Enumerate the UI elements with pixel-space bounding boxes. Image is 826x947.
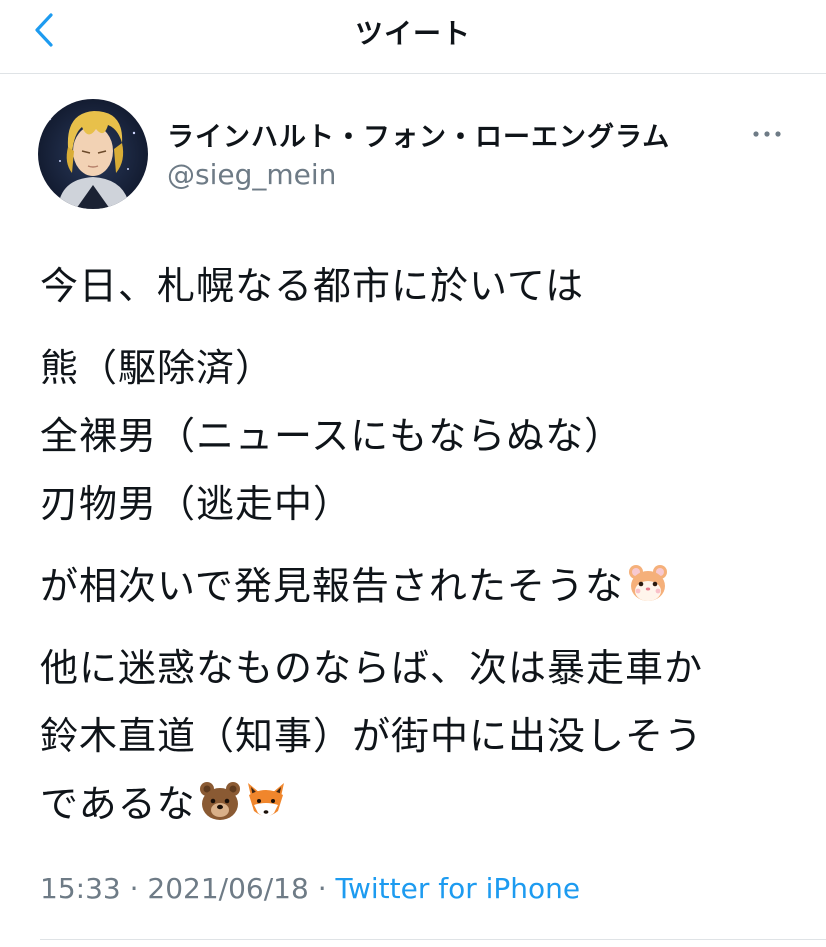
tweet-meta: 15:33 · 2021/06/18 · Twitter for iPhone (40, 872, 580, 905)
tweet-paragraph: 今日、札幌なる都市に於いては (40, 252, 800, 320)
avatar-portrait-image (38, 99, 148, 209)
user-handle[interactable]: @sieg_mein (167, 158, 336, 191)
divider (40, 939, 826, 940)
tweet-line: 全裸男（ニュースにもならぬな） (40, 414, 624, 458)
tweet-paragraph: 他に迷惑なものならば、次は暴走車か 鈴木直道（知事）が街中に出没しそう であるな (40, 634, 800, 838)
tweet-paragraph: が相次いで発見報告されたそうな (40, 552, 800, 620)
more-horizontal-icon (753, 131, 781, 137)
avatar[interactable] (38, 99, 148, 209)
tweet-line: 熊（駆除済） (40, 346, 275, 390)
display-name[interactable]: ラインハルト・フォン・ローエングラム (167, 115, 670, 154)
tweet-line-text: であるな (40, 782, 196, 826)
more-options-button[interactable] (748, 124, 788, 144)
tweet-line: 他に迷惑なものならば、次は暴走車か (40, 646, 704, 690)
hamster-face-emoji (628, 565, 667, 601)
tweet-line: であるな (40, 770, 800, 838)
tweet-text: 今日、札幌なる都市に於いては 熊（駆除済） 全裸男（ニュースにもならぬな） 刃物… (40, 252, 800, 852)
fox-face-emoji (247, 783, 284, 817)
tweet-line: 鈴木直道（知事）が街中に出没しそう (40, 714, 704, 758)
navigation-header: ツイート (0, 0, 826, 74)
meta-separator: · (120, 872, 148, 905)
tweet-line-text: が相次いで発見報告されたそうな (40, 564, 624, 608)
tweet-time: 15:33 (40, 872, 121, 905)
tweet-line: が相次いで発見報告されたそうな (40, 552, 800, 620)
tweet-paragraph: 熊（駆除済） 全裸男（ニュースにもならぬな） 刃物男（逃走中） (40, 334, 800, 538)
bear-face-emoji (199, 782, 240, 820)
tweet-line: 今日、札幌なる都市に於いては (40, 264, 585, 308)
tweet-source-link[interactable]: Twitter for iPhone (336, 872, 581, 905)
page-title: ツイート (354, 17, 471, 50)
tweet-line: 刃物男（逃走中） (40, 482, 353, 526)
tweet-date: 2021/06/18 (147, 872, 309, 905)
meta-separator: · (308, 872, 336, 905)
